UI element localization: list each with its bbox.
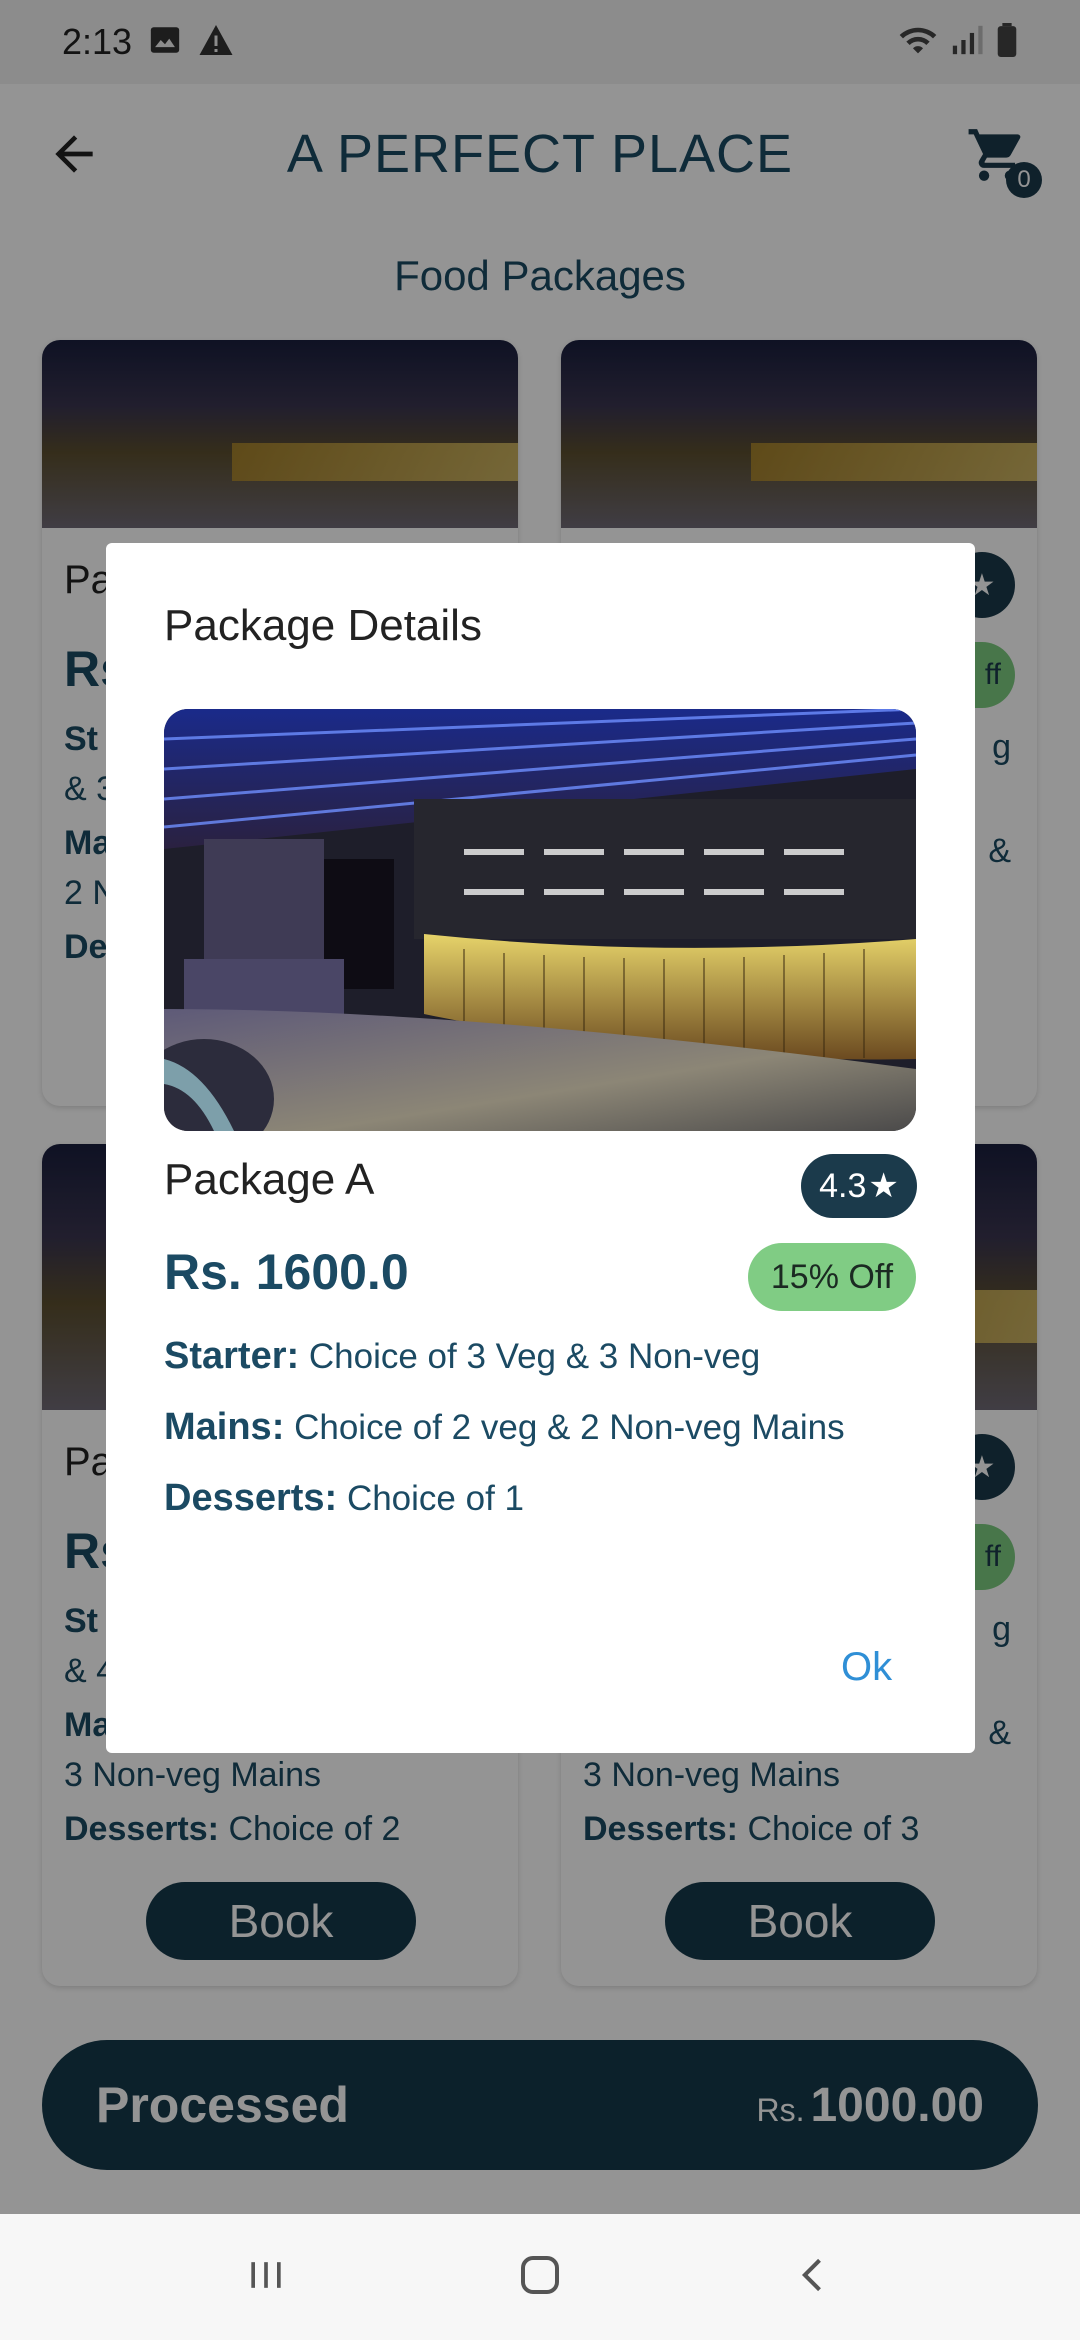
- ok-button[interactable]: Ok: [841, 1645, 892, 1690]
- detail-value: Choice of 2 veg & 2 Non-veg Mains: [284, 1408, 845, 1447]
- discount-badge: 15% Off: [748, 1243, 916, 1311]
- package-image: [164, 709, 916, 1131]
- detail-key: Desserts:: [164, 1477, 338, 1519]
- recents-icon[interactable]: [244, 2253, 288, 2302]
- star-icon: ★: [868, 1167, 899, 1205]
- detail-value: Choice of 3 Veg & 3 Non-veg: [299, 1337, 761, 1376]
- dialog-title: Package Details: [164, 601, 482, 650]
- package-name: Package A: [164, 1155, 375, 1204]
- detail-value: Choice of 1: [337, 1479, 524, 1518]
- system-nav-bar: [0, 2214, 1080, 2340]
- package-price: Rs. 1600.0: [164, 1244, 409, 1300]
- detail-key: Starter:: [164, 1335, 300, 1377]
- detail-desserts: Desserts: Choice of 1: [164, 1477, 524, 1520]
- detail-starter: Starter: Choice of 3 Veg & 3 Non-veg: [164, 1335, 760, 1378]
- detail-key: Mains:: [164, 1406, 285, 1448]
- package-details-dialog: Package Details Package A 4.3 ★ Rs. 1600…: [106, 543, 975, 1753]
- home-icon[interactable]: [516, 2251, 564, 2304]
- detail-mains: Mains: Choice of 2 veg & 2 Non-veg Mains: [164, 1406, 845, 1449]
- rating-value: 4.3: [819, 1166, 867, 1205]
- rating-badge: 4.3 ★: [801, 1154, 917, 1218]
- nav-back-icon[interactable]: [792, 2253, 836, 2302]
